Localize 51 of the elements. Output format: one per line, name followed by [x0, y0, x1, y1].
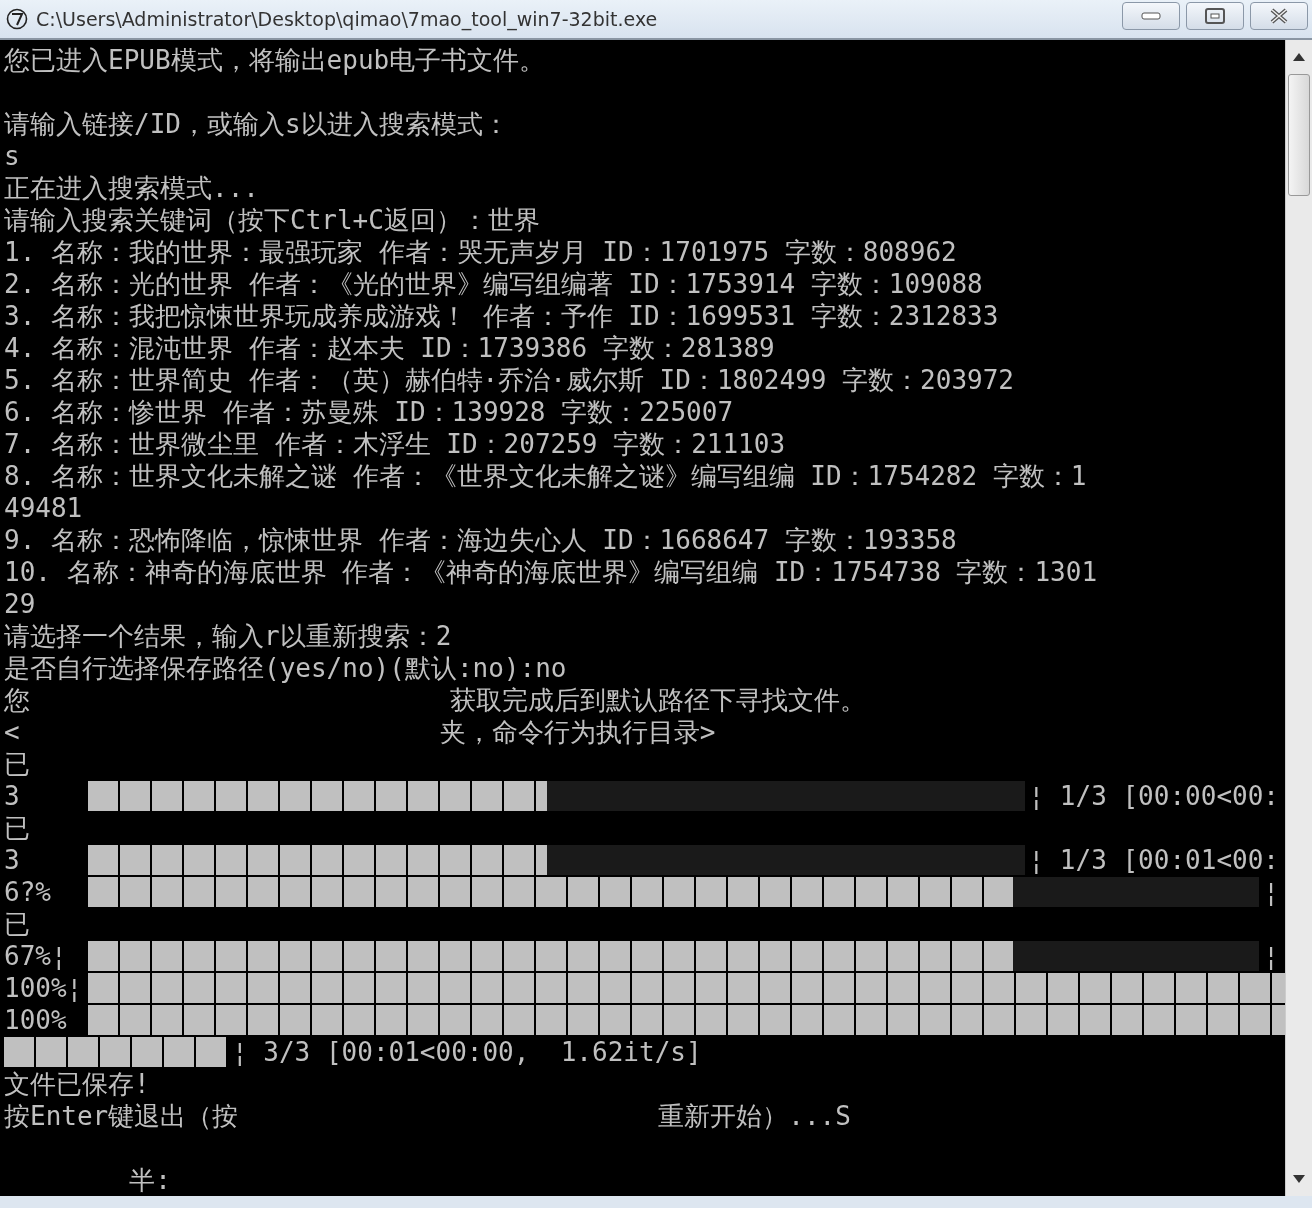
- console-text: 按Enter键退出（按: [4, 1100, 239, 1132]
- console-text: 67%¦: [4, 940, 68, 972]
- console-text: 29: [4, 588, 36, 620]
- console-text: 6?%: [4, 876, 52, 908]
- console-text: ¦: [1263, 876, 1280, 908]
- console-text: 4. 名称：混沌世界 作者：赵本夫 ID：1739386 字数：281389: [4, 332, 775, 364]
- console-text: 1. 名称：我的世界：最强玩家 作者：哭无声岁月 ID：1701975 字数：808962: [4, 236, 957, 268]
- console-text: ¦ 1/3 [00:00<00:: [1028, 780, 1280, 812]
- console-text: 已: [4, 908, 30, 940]
- console-text: 请输入链接/ID，或输入s以进入搜索模式：: [4, 108, 509, 140]
- console-text: 3: [4, 844, 21, 876]
- console-text: 您已进入EPUB模式，将输出epub电子书文件。: [4, 44, 546, 76]
- console-text: 已: [4, 812, 30, 844]
- console-text: 9. 名称：恐怖降临，惊悚世界 作者：海边失心人 ID：1668647 字数：193358: [4, 524, 957, 556]
- console-text: 文件已保存!: [4, 1068, 150, 1100]
- console-text: 重新开始）...S: [658, 1100, 851, 1132]
- console-text: 3. 名称：我把惊悚世界玩成养成游戏！ 作者：予作 ID：1699531 字数：2312833: [4, 300, 999, 332]
- console-text: 请选择一个结果，输入r以重新搜索：2: [4, 620, 452, 652]
- console-text: 您: [4, 684, 30, 716]
- console-text: 夹，命令行为执行目录>: [439, 716, 716, 748]
- console-text: ¦ 1/3 [00:01<00:: [1028, 844, 1280, 876]
- console-text: 3: [4, 780, 21, 812]
- console-text: 10. 名称：神奇的海底世界 作者：《神奇的海底世界》编写组编 ID：1754738 字数：1301: [4, 556, 1098, 588]
- console-text: 5. 名称：世界简史 作者：（英）赫伯特·乔治·威尔斯 ID：1802499 字数：203972: [4, 364, 1015, 396]
- console-text: 6. 名称：惨世界 作者：苏曼殊 ID：139928 字数：225007: [4, 396, 734, 428]
- console-text: 请输入搜索关键词（按下Ctrl+C返回）：世界: [4, 204, 540, 236]
- console-text: 正在进入搜索模式...: [4, 172, 259, 204]
- app-icon: [6, 8, 28, 30]
- console-text: 已: [4, 748, 30, 780]
- console-text: 半:: [128, 1164, 171, 1196]
- close-icon: [1269, 7, 1289, 25]
- console-text: 8. 名称：世界文化未解之谜 作者：《世界文化未解之谜》编写组编 ID：1754282 字数：1: [4, 460, 1087, 492]
- console-text: ¦: [1263, 940, 1280, 972]
- scrollbar[interactable]: [1285, 40, 1312, 1196]
- console-text: 是否自行选择保存路径(yes/no)(默认:no):no: [4, 652, 567, 684]
- console-text: 100%: [4, 1004, 68, 1036]
- window-title: C:\Users\Administrator\Desktop\qimao\7mao_tool_win7-32bit.exe: [36, 8, 659, 30]
- console-text: 2. 名称：光的世界 作者：《光的世界》编写组编著 ID：1753914 字数：109088: [4, 268, 983, 300]
- minimize-icon: [1141, 12, 1161, 20]
- console-text: 7. 名称：世界微尘里 作者：木浮生 ID：207259 字数：211103: [4, 428, 786, 460]
- console-text: 49481: [4, 492, 83, 524]
- console-text: 100%¦: [4, 972, 84, 1004]
- console-text: ¦ 3/3 [00:01<00:00, 1.62it/s]: [232, 1036, 702, 1068]
- maximize-icon: [1205, 8, 1225, 24]
- console-text: 获取完成后到默认路径下寻找文件。: [450, 684, 866, 716]
- scroll-thumb[interactable]: [1288, 74, 1310, 196]
- minimize-button[interactable]: [1122, 2, 1180, 30]
- close-button[interactable]: [1250, 2, 1308, 30]
- maximize-button[interactable]: [1186, 2, 1244, 30]
- console-text: s: [4, 140, 20, 172]
- console-text: <: [4, 716, 20, 748]
